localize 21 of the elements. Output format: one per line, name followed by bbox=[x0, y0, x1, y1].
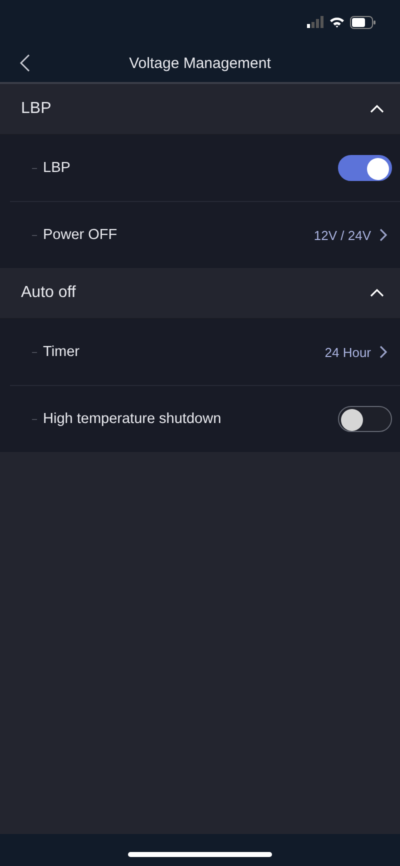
battery-icon bbox=[350, 16, 376, 28]
row-value: 12V / 24V bbox=[314, 228, 371, 242]
toggle-switch[interactable] bbox=[338, 406, 392, 432]
page-title: Voltage Management bbox=[129, 54, 271, 72]
section-title: LBP bbox=[21, 100, 52, 118]
row-label: Timer bbox=[43, 344, 81, 360]
wifi-icon bbox=[329, 16, 345, 28]
toggle-switch[interactable] bbox=[338, 155, 392, 181]
row-label: Power OFF bbox=[43, 227, 118, 243]
dash-icon bbox=[32, 418, 37, 420]
chevron-right-icon[interactable] bbox=[379, 345, 388, 359]
signal-icon bbox=[307, 16, 324, 28]
home-indicator[interactable] bbox=[128, 852, 272, 856]
chevron-right-icon[interactable] bbox=[379, 228, 388, 242]
row-value: 24 Hour bbox=[324, 344, 371, 360]
row-label: High temperature shutdown bbox=[43, 411, 222, 427]
section-title: Auto off bbox=[21, 284, 76, 302]
dash-icon bbox=[32, 234, 37, 236]
chevron-up-icon[interactable] bbox=[370, 288, 384, 298]
row-label: LBP bbox=[43, 160, 72, 176]
chevron-up-icon[interactable] bbox=[370, 104, 384, 114]
